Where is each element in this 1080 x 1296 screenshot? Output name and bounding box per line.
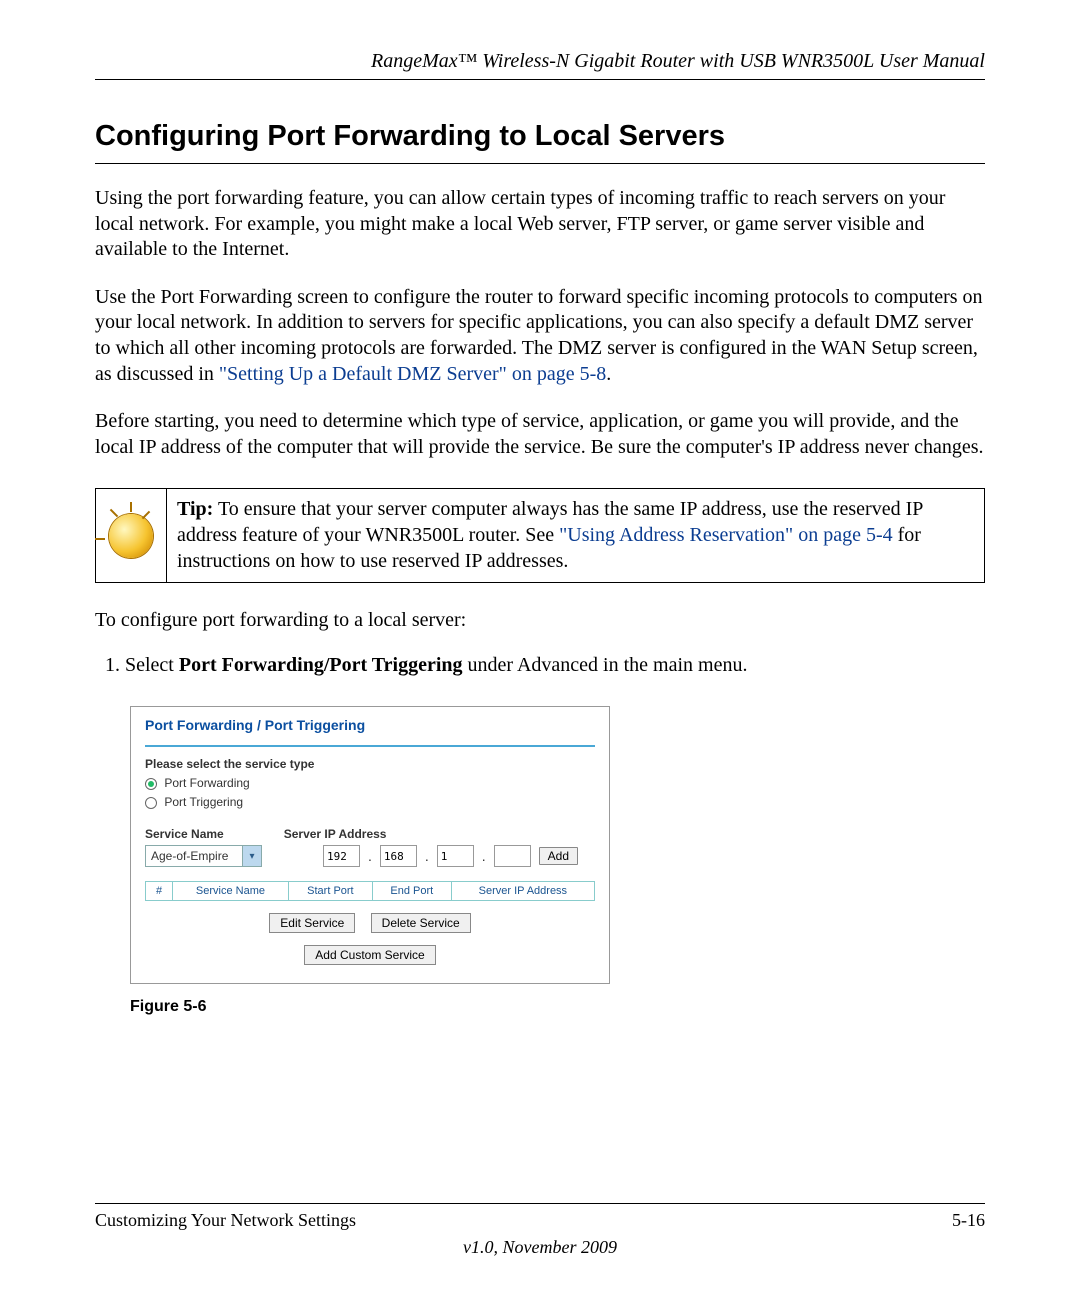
- ip-octet-2[interactable]: [380, 845, 417, 867]
- add-button[interactable]: Add: [539, 847, 578, 865]
- router-ui-screenshot: Port Forwarding / Port Triggering Please…: [130, 706, 610, 984]
- footer-page-number: 5-16: [952, 1210, 985, 1231]
- step-1: Select Port Forwarding/Port Triggering u…: [125, 652, 985, 678]
- step-1-bold: Port Forwarding/Port Triggering: [179, 654, 463, 676]
- paragraph-3: Before starting, you need to determine w…: [95, 409, 985, 460]
- paragraph-2b: .: [606, 363, 611, 385]
- col-server-ip: Server IP Address: [451, 882, 594, 901]
- add-custom-service-button[interactable]: Add Custom Service: [304, 945, 435, 965]
- radio-port-triggering[interactable]: Port Triggering: [145, 795, 595, 809]
- service-name-value: Age-of-Empire: [151, 849, 228, 863]
- ip-octet-4[interactable]: [494, 845, 531, 867]
- ip-dot: .: [368, 848, 372, 864]
- col-service-name: Service Name: [173, 882, 289, 901]
- ip-dot: .: [482, 848, 486, 864]
- service-name-select[interactable]: Age-of-Empire ▾: [145, 845, 262, 867]
- paragraph-2: Use the Port Forwarding screen to config…: [95, 285, 985, 387]
- col-start-port: Start Port: [288, 882, 372, 901]
- ip-dot: .: [425, 848, 429, 864]
- radio-triggering-label: Port Triggering: [164, 795, 243, 809]
- link-dmz-server[interactable]: "Setting Up a Default DMZ Server" on pag…: [219, 363, 606, 385]
- delete-service-button[interactable]: Delete Service: [371, 913, 471, 933]
- chevron-down-icon: ▾: [242, 846, 261, 866]
- service-name-label: Service Name: [145, 827, 224, 841]
- steps-intro: To configure port forwarding to a local …: [95, 609, 985, 632]
- tip-label: Tip:: [177, 498, 213, 520]
- divider: [145, 745, 595, 747]
- radio-forwarding-label: Port Forwarding: [164, 776, 249, 790]
- screenshot-title: Port Forwarding / Port Triggering: [145, 717, 595, 745]
- step-1-pre: Select: [125, 654, 179, 676]
- footer-version: v1.0, November 2009: [95, 1237, 985, 1258]
- page-header: RangeMax™ Wireless-N Gigabit Router with…: [95, 50, 985, 80]
- ip-octet-1[interactable]: [323, 845, 360, 867]
- figure-label: Figure 5-6: [130, 998, 985, 1016]
- tip-box: Tip: To ensure that your server computer…: [95, 488, 985, 583]
- radio-port-forwarding[interactable]: Port Forwarding: [145, 776, 595, 790]
- edit-service-button[interactable]: Edit Service: [269, 913, 355, 933]
- col-number: #: [146, 882, 173, 901]
- paragraph-1: Using the port forwarding feature, you c…: [95, 186, 985, 263]
- select-service-type-label: Please select the service type: [145, 757, 595, 771]
- ip-octet-3[interactable]: [437, 845, 474, 867]
- server-ip-label: Server IP Address: [284, 827, 387, 841]
- radio-selected-icon: [145, 778, 157, 790]
- link-address-reservation[interactable]: "Using Address Reservation" on page 5-4: [559, 524, 893, 546]
- services-table: # Service Name Start Port End Port Serve…: [145, 881, 595, 901]
- col-end-port: End Port: [372, 882, 451, 901]
- tip-text: Tip: To ensure that your server computer…: [167, 489, 984, 582]
- step-1-post: under Advanced in the main menu.: [463, 654, 748, 676]
- section-title: Configuring Port Forwarding to Local Ser…: [95, 120, 985, 164]
- footer-section: Customizing Your Network Settings: [95, 1210, 356, 1231]
- lightbulb-icon: [109, 514, 153, 558]
- tip-icon-cell: [96, 489, 167, 582]
- radio-unselected-icon: [145, 797, 157, 809]
